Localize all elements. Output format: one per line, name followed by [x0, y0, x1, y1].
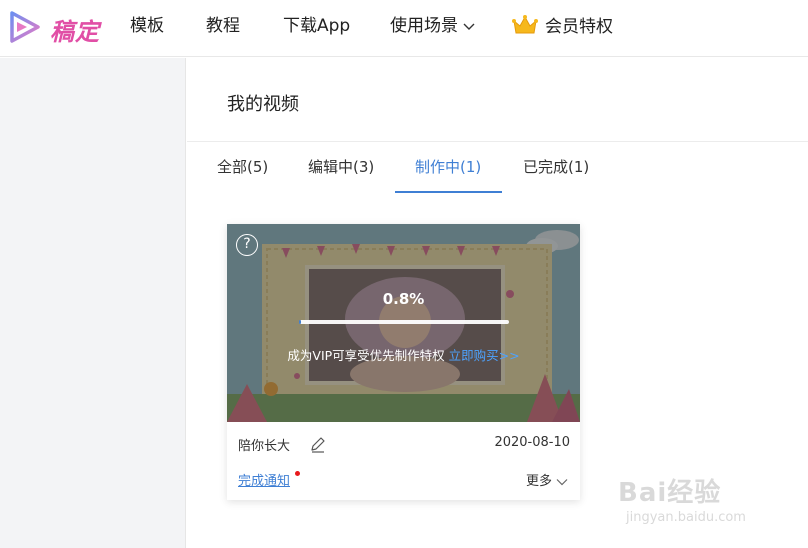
tab-in-production[interactable]: 制作中(1): [415, 156, 481, 178]
progress-percent: 0.8%: [382, 290, 425, 308]
nav-download-app[interactable]: 下载App: [283, 14, 350, 38]
tab-all[interactable]: 全部(5): [217, 156, 268, 178]
video-thumbnail[interactable]: ? 0.8% 成为VIP可享受优先制作特权 立即购买>>: [227, 224, 580, 422]
help-icon[interactable]: ?: [236, 234, 258, 256]
page-title: 我的视频: [227, 94, 299, 115]
completion-notice-link[interactable]: 完成通知: [238, 470, 290, 489]
tab-editing[interactable]: 编辑中(3): [308, 156, 374, 178]
vip-promo-text: 成为VIP可享受优先制作特权: [287, 348, 445, 363]
progress-bar: [299, 320, 509, 324]
watermark-url: jingyan.baidu.com: [626, 510, 746, 525]
logo-text: 稿定: [50, 17, 100, 46]
more-dropdown[interactable]: 更多: [526, 470, 568, 489]
vip-promo: 成为VIP可享受优先制作特权 立即购买>>: [227, 345, 580, 364]
video-card[interactable]: ? 0.8% 成为VIP可享受优先制作特权 立即购买>> 陪你长大 2020-0…: [227, 224, 580, 500]
tab-completed[interactable]: 已完成(1): [523, 156, 589, 178]
nav-scenarios-label: 使用场景: [390, 16, 458, 36]
baidu-watermark: Bai经验 jingyan.baidu.com: [618, 458, 788, 536]
nav-vip[interactable]: 会员特权: [511, 14, 613, 39]
nav-scenarios[interactable]: 使用场景: [390, 14, 476, 38]
logo[interactable]: 稿定: [8, 8, 108, 46]
left-sidebar: [0, 58, 186, 548]
edit-icon[interactable]: [309, 436, 327, 454]
video-title: 陪你长大: [238, 439, 291, 454]
active-tab-indicator: [395, 191, 502, 193]
progress-bar-fill: [299, 320, 301, 324]
crown-icon: [512, 15, 538, 34]
watermark-brand: Bai经验: [618, 478, 722, 508]
logo-play-icon: [10, 11, 40, 43]
chevron-down-icon: [463, 23, 475, 30]
top-nav: 稿定 模板 教程 下载App 使用场景 会员特权: [0, 0, 808, 57]
chevron-down-icon: [556, 478, 568, 485]
nav-vip-label: 会员特权: [545, 17, 613, 37]
notification-dot: [295, 471, 300, 476]
nav-tutorials[interactable]: 教程: [206, 14, 240, 38]
more-label: 更多: [525, 474, 552, 489]
buy-now-link[interactable]: 立即购买>>: [449, 348, 520, 363]
video-date: 2020-08-10: [494, 435, 570, 450]
nav-templates[interactable]: 模板: [130, 14, 164, 38]
divider: [187, 141, 808, 142]
